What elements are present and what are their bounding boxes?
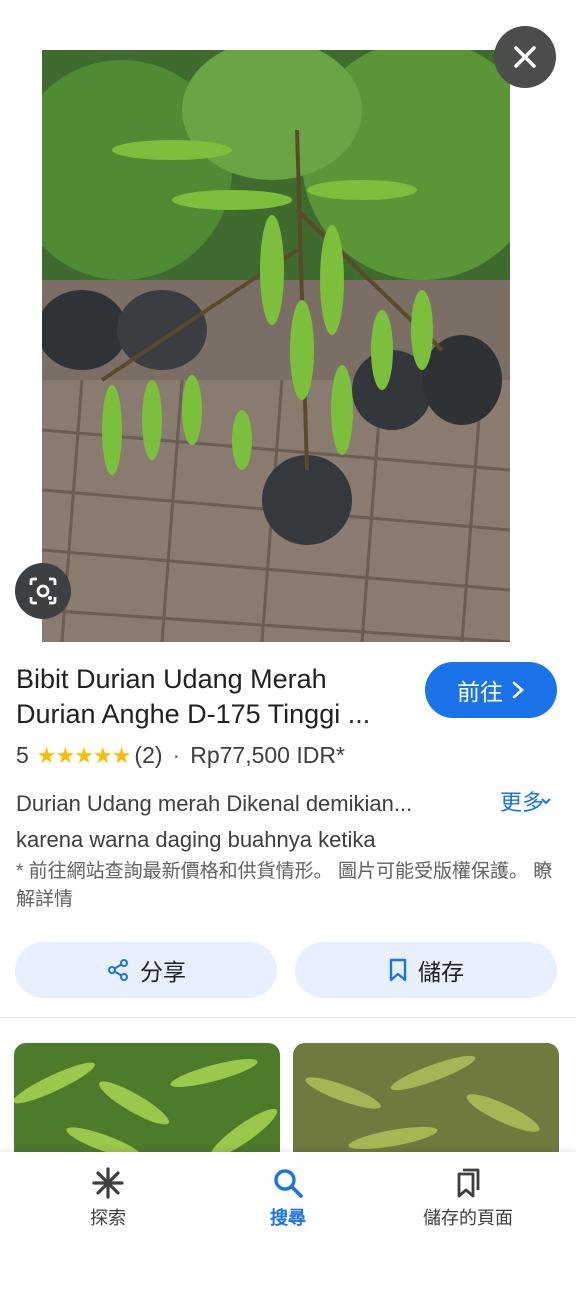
- product-image[interactable]: [42, 50, 510, 642]
- save-label: 儲存: [418, 959, 464, 985]
- related-image-1[interactable]: [14, 1043, 280, 1163]
- rating-stars: ★★★★★: [36, 742, 132, 768]
- related-image-2[interactable]: [293, 1043, 559, 1163]
- divider: [0, 1017, 576, 1018]
- more-button[interactable]: 更多: [500, 786, 560, 820]
- nav-item-discover[interactable]: 探索: [38, 1166, 178, 1230]
- close-button[interactable]: [494, 26, 556, 88]
- nav-item-search[interactable]: 搜尋: [218, 1166, 358, 1230]
- description-line1: Durian Udang merah Dikenal demikian...: [16, 791, 413, 816]
- lens-search-button[interactable]: [15, 563, 71, 619]
- product-description: Durian Udang merah Dikenal demikian... k…: [16, 786, 476, 858]
- product-title[interactable]: Bibit Durian Udang Merah Durian Anghe D-…: [16, 662, 416, 732]
- price: Rp77,500 IDR*: [190, 742, 345, 768]
- chevron-down-icon: [541, 798, 551, 805]
- share-button[interactable]: 分享: [15, 942, 277, 998]
- more-label: 更多: [500, 790, 545, 815]
- product-title-line1: Bibit Durian Udang Merah: [16, 664, 327, 694]
- nav-item-saved-pages[interactable]: 儲存的頁面: [398, 1166, 538, 1230]
- save-button[interactable]: 儲存: [295, 942, 557, 998]
- separator-dot: ·: [172, 742, 181, 768]
- rating-value: 5: [16, 742, 29, 768]
- visit-button[interactable]: 前往: [425, 662, 557, 718]
- bottom-navigation: 探索 搜尋 儲存的頁面: [0, 1152, 576, 1312]
- description-line2: karena warna daging buahnya ketika: [16, 827, 376, 852]
- bookmark-icon: [389, 958, 407, 982]
- copyright-note: * 前往網站查詢最新價格和供貨情形。 圖片可能受版權保護。 瞭解詳情: [16, 861, 553, 910]
- visit-label: 前往: [457, 679, 503, 705]
- rating-price-row: 5 ★★★★★ (2) · Rp77,500 IDR*: [16, 742, 345, 769]
- share-icon: [108, 959, 128, 981]
- asterisk-icon: [92, 1167, 124, 1199]
- share-label: 分享: [140, 959, 186, 985]
- review-count: (2): [134, 742, 163, 768]
- lens-icon: [29, 577, 57, 605]
- search-icon: [274, 1169, 303, 1198]
- product-title-line2: Durian Anghe D-175 Tinggi ...: [16, 699, 371, 729]
- nav-label-saved-pages: 儲存的頁面: [423, 1208, 513, 1228]
- chevron-right-icon: [512, 681, 524, 699]
- nav-label-search: 搜尋: [270, 1208, 306, 1228]
- close-icon: [514, 46, 536, 68]
- saved-pages-icon: [457, 1168, 480, 1198]
- nav-label-discover: 探索: [90, 1208, 126, 1228]
